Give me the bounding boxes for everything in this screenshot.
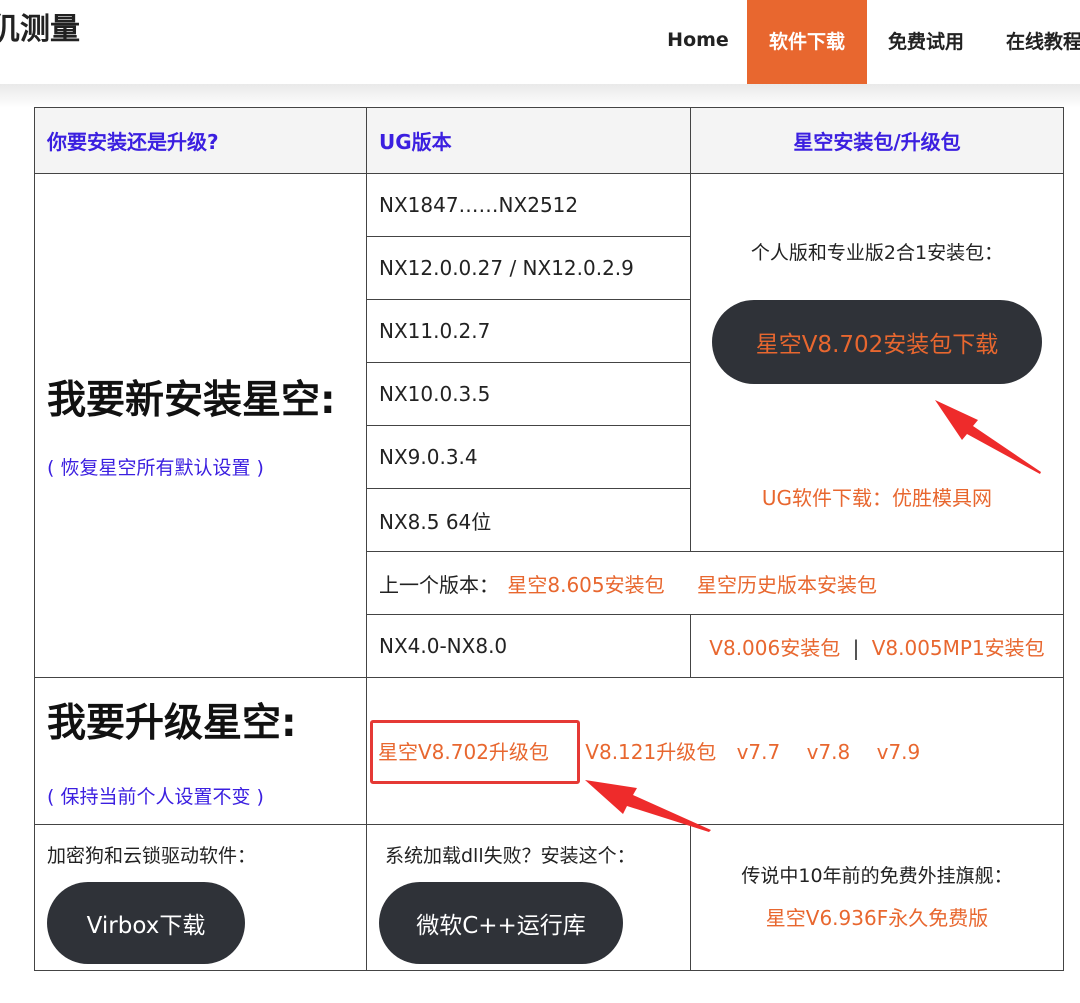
prev-install-link[interactable]: 星空8.605安装包 xyxy=(507,573,664,597)
nav-home[interactable]: Home xyxy=(655,0,741,84)
upgrade-v79-link[interactable]: v7.9 xyxy=(877,740,921,764)
download-table: 你要安装还是升级? UG版本 星空安装包/升级包 我要新安装星空: ( 恢复星空… xyxy=(34,107,1064,971)
col-header-ug-version: UG版本 xyxy=(366,107,691,174)
version-row: NX11.0.2.7 xyxy=(366,299,691,363)
nav-software-download[interactable]: 软件下载 xyxy=(747,0,867,84)
upgrade-note: ( 保持当前个人设置不变 ) xyxy=(47,786,264,808)
v8006-install-link[interactable]: V8.006安装包 xyxy=(709,636,840,660)
header-shadow xyxy=(0,84,1080,108)
vc-runtime-download-button[interactable]: 微软C++运行库 xyxy=(379,882,623,964)
old-version-cell: NX4.0-NX8.0 xyxy=(366,614,691,678)
version-row: NX12.0.0.27 / NX12.0.2.9 xyxy=(366,236,691,300)
version-row: NX10.0.3.5 xyxy=(366,362,691,426)
legend-free-version-link[interactable]: 星空V6.936F永久免费版 xyxy=(691,902,1063,931)
dongle-caption: 加密狗和云锁驱动软件： xyxy=(47,845,257,867)
legend-cell: 传说中10年前的免费外挂旗舰： 星空V6.936F永久免费版 xyxy=(690,824,1064,971)
upgrade-v78-link[interactable]: v7.8 xyxy=(807,740,851,764)
previous-version-row: 上一个版本： 星空8.605安装包 星空历史版本安装包 xyxy=(366,551,1064,615)
upgrade-title: 我要升级星空: xyxy=(47,701,297,746)
install-note: ( 恢复星空所有默认设置 ) xyxy=(47,457,264,479)
dongle-cell: 加密狗和云锁驱动软件： Virbox下载 xyxy=(34,824,367,971)
install-package-download-button[interactable]: 星空V8.702安装包下载 xyxy=(712,300,1042,384)
red-arrow-icon xyxy=(935,400,1041,474)
nav-online-tutorial[interactable]: 在线教程 xyxy=(992,0,1080,84)
col-header-package: 星空安装包/升级包 xyxy=(690,107,1064,174)
upgrade-cell: 我要升级星空: ( 保持当前个人设置不变 ) xyxy=(34,677,367,825)
package-caption: 个人版和专业版2合1安装包： xyxy=(750,242,1004,264)
site-title: 仉测量 xyxy=(0,12,80,47)
nav-free-trial[interactable]: 免费试用 xyxy=(873,0,979,84)
old-packages-cell: V8.006安装包 | V8.005MP1安装包 xyxy=(690,614,1064,678)
v8005mp1-install-link[interactable]: V8.005MP1安装包 xyxy=(872,636,1045,660)
version-row: NX8.5 64位 xyxy=(366,488,691,552)
version-row: NX1847……NX2512 xyxy=(366,173,691,237)
install-package-cell: 个人版和专业版2合1安装包： 星空V8.702安装包下载 UG软件下载：优胜模具… xyxy=(690,173,1064,552)
history-install-link[interactable]: 星空历史版本安装包 xyxy=(697,573,877,597)
legend-caption: 传说中10年前的免费外挂旗舰： xyxy=(741,865,1013,887)
highlight-box xyxy=(370,720,580,784)
ug-software-download-link[interactable]: UG软件下载：优胜模具网 xyxy=(691,482,1063,511)
upgrade-v8121-link[interactable]: V8.121升级包 xyxy=(585,740,716,764)
version-row: NX9.0.3.4 xyxy=(366,425,691,489)
col-header-install-or-upgrade: 你要安装还是升级? xyxy=(34,107,367,174)
dll-caption: 系统加载dll失败？安装这个： xyxy=(385,845,636,867)
dll-cell: 系统加载dll失败？安装这个： 微软C++运行库 xyxy=(366,824,691,971)
upgrade-v77-link[interactable]: v7.7 xyxy=(737,740,781,764)
site-header: 仉测量 Home 软件下载 免费试用 在线教程 xyxy=(0,0,1080,84)
red-arrow-icon xyxy=(585,780,711,832)
upgrade-links-cell: 星空V8.702升级包 V8.121升级包 v7.7 v7.8 v7.9 xyxy=(366,677,1064,832)
previous-version-label: 上一个版本： xyxy=(379,572,499,597)
install-cell: 我要新安装星空: ( 恢复星空所有默认设置 ) xyxy=(34,173,367,678)
install-title: 我要新安装星空: xyxy=(47,378,336,423)
virbox-download-button[interactable]: Virbox下载 xyxy=(47,882,245,964)
red-arrow-area xyxy=(691,384,1063,482)
separator: | xyxy=(852,635,860,660)
